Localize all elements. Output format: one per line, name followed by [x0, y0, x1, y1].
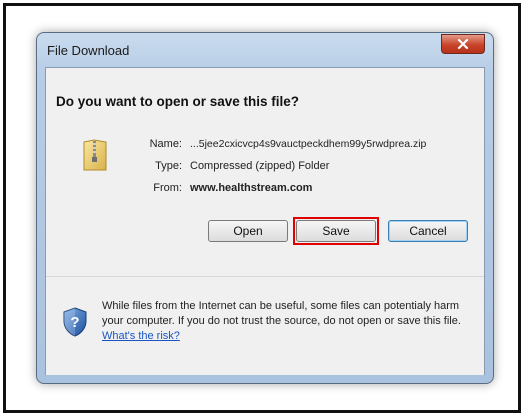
- open-button[interactable]: Open: [208, 220, 288, 242]
- dialog-title: File Download: [47, 43, 130, 58]
- from-label: From:: [153, 182, 182, 194]
- title-bar: File Download: [37, 33, 493, 67]
- file-source-value: www.healthstream.com: [190, 182, 313, 194]
- file-type-row: Type: Compressed (zipped) Folder: [142, 160, 482, 174]
- close-button[interactable]: [441, 34, 485, 54]
- zip-folder-icon: [83, 139, 107, 171]
- security-warning-text: While files from the Internet can be use…: [102, 299, 474, 344]
- save-button[interactable]: Save: [296, 220, 376, 242]
- file-type-value: Compressed (zipped) Folder: [190, 160, 330, 172]
- svg-text:?: ?: [70, 314, 79, 331]
- file-download-dialog: File Download Do you want to open or sav…: [36, 32, 494, 384]
- close-icon: [457, 39, 469, 49]
- file-name-value: ...5jee2cxicvcp4s9vauctpeckdhem99y5rwdpr…: [190, 138, 427, 150]
- file-name-row: Name: ...5jee2cxicvcp4s9vauctpeckdhem99y…: [142, 138, 482, 152]
- cancel-button[interactable]: Cancel: [388, 220, 468, 242]
- screenshot-frame: File Download Do you want to open or sav…: [3, 3, 521, 413]
- file-source-row: From: www.healthstream.com: [142, 182, 482, 196]
- whats-the-risk-link[interactable]: What's the risk?: [102, 330, 180, 342]
- warning-message: While files from the Internet can be use…: [102, 300, 461, 327]
- name-label: Name:: [149, 138, 182, 150]
- security-shield-icon: ?: [63, 307, 87, 337]
- type-label: Type:: [155, 160, 182, 172]
- question-heading: Do you want to open or save this file?: [56, 94, 300, 109]
- security-warning-panel: ? While files from the Internet can be u…: [46, 276, 484, 375]
- dialog-content: Do you want to open or save this file? N…: [45, 67, 485, 375]
